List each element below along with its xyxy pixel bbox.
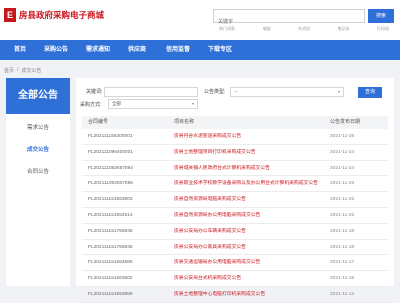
contract-number: FL202111151563503 <box>88 197 133 203</box>
project-name-link[interactable]: 房县城关镇人民政府台式计算机采购成交公告 <box>174 161 324 176</box>
query-button[interactable]: 查询 <box>358 87 382 98</box>
project-name-link[interactable]: 房县丹谷水泥管道采购成交公告 <box>174 129 324 144</box>
sidebar-item-demand[interactable]: 需求公告 <box>6 118 70 138</box>
site-title[interactable]: 房县政府采购电子商城 <box>19 9 104 21</box>
method-select[interactable]: 全部 ▾ <box>108 99 198 109</box>
site-header: E 房县政府采购电子商城 搜索 热门词条 电脑 台式机 笔记本 打印机 <box>0 0 400 40</box>
publish-date: 2021-11-18 <box>330 244 355 250</box>
publish-date: 2021-11-16 <box>330 276 355 282</box>
search-box[interactable] <box>213 9 365 28</box>
publish-date: 2021-11-17 <box>330 260 355 266</box>
sidebar-item-deal[interactable]: 成交公告 <box>6 140 70 160</box>
nav-item-demand[interactable]: 需求通知 <box>86 40 110 60</box>
nav-item-download[interactable]: 下载专区 <box>208 40 232 60</box>
project-name-link[interactable]: 房县公安局办公家具采购成交公告 <box>174 240 324 255</box>
publish-date: 2021-11-25 <box>330 134 355 139</box>
project-name-link[interactable]: 房县自然资源局办公用电脑采购成交公告 <box>174 208 324 223</box>
method-select-value: 全部 <box>112 101 121 106</box>
contract-number: FL202111082657594 <box>88 165 133 171</box>
search-button[interactable]: 搜索 <box>368 9 394 23</box>
column-header: 合同编号 <box>88 119 109 125</box>
hot-word-label: 热门词条 <box>219 26 235 31</box>
project-name-link[interactable]: 房县土地整理中心电脑打印机采购成交公告 <box>174 287 324 302</box>
table-row[interactable]: FL202111151563503 房县自然资源局电脑采购成交公告 2021-11-… <box>82 192 388 208</box>
breadcrumb: 首页 / 成交公告 <box>4 67 41 74</box>
breadcrumb-separator: / <box>17 67 19 73</box>
main-panel: 关键词: 公告类型: -- ▾ 查询 采购方式: 全部 ▾ 合同编号 项目名称 … <box>76 78 394 303</box>
keyword-input[interactable] <box>104 87 198 97</box>
breadcrumb-home[interactable]: 首页 <box>4 67 14 74</box>
site-logo-icon[interactable]: E <box>4 8 16 22</box>
contract-number: FL202111151563502 <box>88 276 133 282</box>
hot-word[interactable]: 笔记本 <box>338 26 350 32</box>
chevron-down-icon: ▾ <box>191 101 194 106</box>
method-label: 采购方式: <box>80 102 102 108</box>
publish-date: 2021-11-23 <box>330 181 355 187</box>
project-name-link[interactable]: 房县公安局办公车辆采购成交公告 <box>174 224 324 239</box>
contract-number: FL202111092507595 <box>88 181 133 187</box>
nav-item-credit[interactable]: 信用监督 <box>166 40 190 60</box>
project-name-link[interactable]: 房县公安局台式机采购成交公告 <box>174 271 324 286</box>
hot-words: 热门词条 电脑 台式机 笔记本 打印机 <box>219 26 389 32</box>
chevron-down-icon: ▾ <box>337 89 340 94</box>
contract-number: FL202111151766845 <box>88 228 133 234</box>
publish-date: 2021-11-24 <box>330 165 355 171</box>
keyword-label: 关键词: <box>86 89 103 95</box>
table-row[interactable]: FL202111151766845 房县公安局办公家具采购成交公告 2021-11-… <box>82 240 388 256</box>
publish-date: 2021-11-18 <box>330 228 355 234</box>
table-row[interactable]: FL202111151564866 房县交通运输局办公用电脑采购成交公告 2021-… <box>82 255 388 272</box>
table-row[interactable]: FL202111092507595 房县职业技术学校教学设备采购以及办公用台式计算… <box>82 176 388 193</box>
nav-item-supplier[interactable]: 供应商 <box>128 40 146 60</box>
hot-word[interactable]: 电脑 <box>263 26 271 32</box>
table-body: FL202111158300001 房县丹谷水泥管道采购成交公告 2021-11-2… <box>82 129 388 303</box>
main-nav: 首页 采购公告 需求通知 供应商 信用监督 下载专区 <box>0 40 400 60</box>
table-row[interactable]: FL202111096400001 房县土地整理项目打印机采购成交公告 2021-1… <box>82 145 388 161</box>
type-select-value: -- <box>234 89 237 94</box>
nav-item-procurement[interactable]: 采购公告 <box>44 40 68 60</box>
table-row[interactable]: FL202111151554514 房县自然资源局办公用电脑采购成交公告 2021-… <box>82 208 388 224</box>
announcement-table: 合同编号 项目名称 公告发布日期 FL202111158300001 房县丹谷水泥… <box>82 116 388 303</box>
table-row[interactable]: FL202111158300001 房县丹谷水泥管道采购成交公告 2021-11-2… <box>82 129 388 145</box>
sidebar-item-contract[interactable]: 合同公告 <box>6 162 70 182</box>
contract-number: FL202111158300001 <box>88 134 133 139</box>
hot-word[interactable]: 打印机 <box>377 26 389 32</box>
publish-date: 2021-11-22 <box>330 212 355 218</box>
table-header: 合同编号 项目名称 公告发布日期 <box>82 116 388 129</box>
publish-date: 2021-11-13 <box>330 291 355 297</box>
type-select[interactable]: -- ▾ <box>230 87 344 97</box>
contract-number: FL202111151554514 <box>88 212 133 218</box>
breadcrumb-current: 成交公告 <box>21 68 42 74</box>
type-label: 公告类型: <box>204 89 226 95</box>
table-row[interactable]: FL202111151553969 房县土地整理中心电脑打印机采购成交公告 2021… <box>82 287 388 303</box>
sidebar-title: 全部公告 <box>6 78 70 114</box>
table-row[interactable]: FL202111151766845 房县公安局办公车辆采购成交公告 2021-11-… <box>82 224 388 240</box>
sidebar: 全部公告 需求公告 成交公告 合同公告 <box>6 78 70 286</box>
nav-item-home[interactable]: 首页 <box>14 40 26 60</box>
publish-date: 2021-11-24 <box>330 149 355 155</box>
contract-number: FL202111151564866 <box>88 260 133 266</box>
column-header: 公告发布日期 <box>330 119 361 125</box>
table-row[interactable]: FL202111082657594 房县城关镇人民政府台式计算机采购成交公告 202… <box>82 161 388 177</box>
column-header: 项目名称 <box>174 119 195 125</box>
project-name-link[interactable]: 房县职业技术学校教学设备采购以及办公用台式计算机采购成交公告 <box>174 176 324 191</box>
project-name-link[interactable]: 房县交通运输局办公用电脑采购成交公告 <box>174 255 324 270</box>
hot-word[interactable]: 台式机 <box>298 26 310 32</box>
table-row[interactable]: FL202111151563502 房县公安局台式机采购成交公告 2021-11-1… <box>82 271 388 287</box>
project-name-link[interactable]: 房县自然资源局电脑采购成交公告 <box>174 192 324 207</box>
project-name-link[interactable]: 房县土地整理项目打印机采购成交公告 <box>174 145 324 160</box>
publish-date: 2021-11-22 <box>330 197 355 203</box>
contract-number: FL202111151553969 <box>88 291 133 297</box>
contract-number: FL202111096400001 <box>88 149 133 155</box>
contract-number: FL202111151766845 <box>88 244 133 250</box>
